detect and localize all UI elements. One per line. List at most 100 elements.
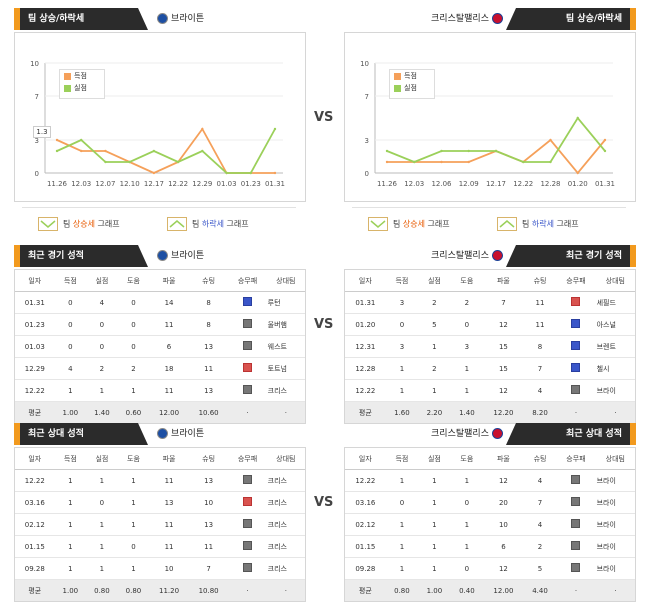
away-trend-svg: 10 7 3 0 11.26 12.03 12.06 12.09 12.17 12.22 12.28… (360, 60, 615, 188)
data-point (80, 149, 83, 153)
away-team-name: 크리스탈팰리스 (431, 14, 489, 24)
table-cell: 12.31 (345, 335, 386, 358)
average-cell: · (556, 579, 596, 601)
data-point (176, 160, 180, 164)
legend-goals: 득점 (60, 70, 104, 82)
result-badge (243, 341, 252, 350)
result-badge (571, 497, 581, 506)
home-recent-table-box: 일자 득점 실점 도움 파울 슈팅 승무패 상대팀 01.31 0 4 0 14 8 루턴 01.23 0 0 0 1… (14, 269, 306, 424)
table-cell: 4 (523, 379, 557, 402)
table-cell: 2 (418, 291, 451, 314)
result-badge (243, 519, 252, 528)
data-point (249, 171, 252, 175)
data-point (494, 149, 498, 153)
table-row: 09.28 1 1 0 12 5 브라이 (345, 557, 635, 580)
table-cell: 4 (86, 291, 118, 314)
table-cell: 0 (450, 557, 484, 580)
table-cell: 크리스 (266, 491, 305, 514)
data-point (152, 171, 156, 175)
home-team-name: 브라이튼 (171, 14, 205, 24)
average-cell: · (595, 579, 635, 601)
home-team-title: 브라이튼 (154, 423, 204, 445)
table-cell: 11 (149, 313, 189, 336)
table-cell: 브렌트 (595, 335, 635, 358)
table-cell: 03.16 (345, 491, 386, 514)
table-cell: 브라이 (595, 469, 635, 492)
table-cell: 루턴 (266, 291, 305, 314)
average-cell: 1.00 (54, 401, 87, 423)
table-cell: 11 (149, 513, 189, 536)
table-cell: 2 (523, 535, 557, 558)
table-cell: 1 (385, 513, 419, 536)
table-cell: 8 (188, 313, 229, 336)
table-cell: 1 (385, 557, 419, 580)
result-badge (243, 319, 252, 328)
x-tick-label: 01.31 (265, 180, 285, 188)
average-cell: 10.80 (188, 579, 229, 601)
result-badge (243, 385, 252, 394)
table-cell: 12 (483, 313, 524, 336)
chart-callout: 1.3 (33, 126, 51, 138)
table-cell: 02.12 (345, 513, 386, 536)
table-cell: 1 (385, 469, 419, 492)
table-cell: 크리스 (266, 469, 305, 492)
average-cell: 11.20 (149, 579, 189, 601)
table-row: 12.22 1 1 1 11 13 크리스 (15, 469, 305, 492)
table-cell: 1 (450, 469, 484, 492)
col-header: 일자 (15, 270, 55, 292)
table-cell: 6 (149, 335, 189, 358)
table-cell: 1 (450, 535, 484, 558)
home-trend-key: 팀 상승세 그래프 팀 하락세 그래프 (22, 207, 296, 240)
table-cell: 브라이 (595, 513, 635, 536)
result-cell (556, 313, 596, 336)
table-row: 01.15 1 1 0 11 11 크리스 (15, 535, 305, 558)
table-cell: 0 (117, 291, 150, 314)
col-header: 승무패 (228, 270, 267, 292)
col-header: 일자 (15, 448, 55, 470)
brighton-logo-icon (157, 13, 168, 24)
average-cell: 0.60 (117, 401, 150, 423)
away-team-title: 크리스탈팰리스 (431, 423, 506, 445)
result-cell (556, 491, 596, 514)
away-trend-key: 팀 상승세 그래프 팀 하락세 그래프 (352, 207, 626, 240)
data-point (385, 160, 389, 164)
table-cell: 1 (418, 513, 451, 536)
down-trend-icon (497, 217, 517, 231)
table-cell: 1 (117, 557, 150, 580)
data-point (440, 149, 443, 153)
col-header: 상대팀 (266, 270, 305, 292)
home-trend-chart: 10 7 3 0 11.26 12.03 12.07 12.10 12.17 12.22 12.29… (14, 32, 306, 202)
table-cell: 4 (523, 469, 557, 492)
table-cell: 09.28 (345, 557, 386, 580)
result-badge (243, 541, 252, 550)
data-point (549, 160, 552, 164)
table-cell: 10 (149, 557, 189, 580)
average-cell: · (266, 401, 305, 423)
table-cell: 0 (117, 535, 150, 558)
result-cell (228, 335, 267, 358)
average-cell: 1.60 (385, 401, 419, 423)
legend-goals: 득점 (390, 70, 434, 82)
table-row: 12.29 4 2 2 18 11 토트넘 (15, 357, 305, 380)
average-row: 평균 1.60 2.20 1.40 12.20 8.20 · · (345, 401, 635, 423)
result-cell (556, 535, 596, 558)
x-tick-label: 12.17 (144, 180, 164, 188)
table-cell: 6 (483, 535, 524, 558)
home-h2h-table-box: 일자 득점 실점 도움 파울 슈팅 승무패 상대팀 12.22 1 1 1 11 13 크리스 03.16 1 0… (14, 447, 306, 602)
table-cell: 02.12 (15, 513, 55, 536)
table-row: 01.20 0 5 0 12 11 아스널 (345, 313, 635, 336)
data-point (440, 160, 443, 164)
table-cell: 셰필드 (595, 291, 635, 314)
table-cell: 3 (385, 335, 419, 358)
col-header: 득점 (385, 270, 419, 292)
col-header: 실점 (86, 448, 118, 470)
data-point (576, 116, 579, 120)
table-cell: 0 (450, 491, 484, 514)
col-header: 실점 (418, 270, 451, 292)
col-header: 일자 (345, 270, 386, 292)
result-cell (556, 335, 596, 358)
data-point (273, 171, 277, 175)
table-cell: 0 (450, 313, 484, 336)
palace-logo-icon (492, 13, 503, 24)
table-cell: 토트넘 (266, 357, 305, 380)
